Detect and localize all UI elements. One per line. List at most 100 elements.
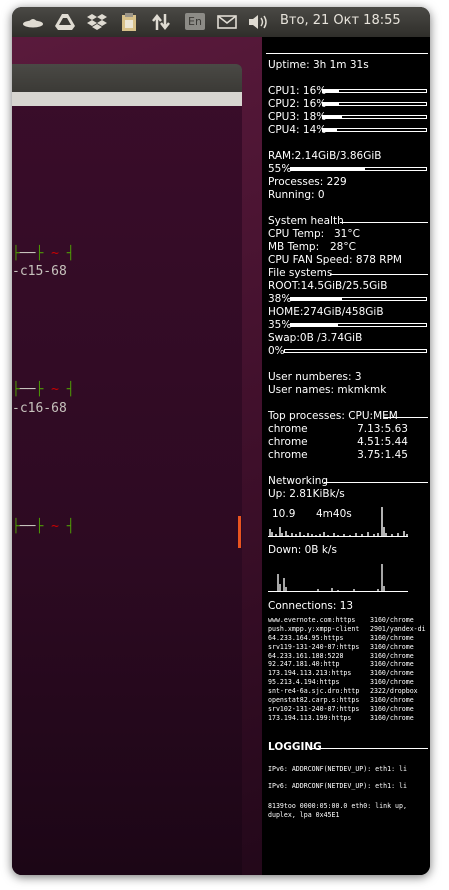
connection-process: 3160/chrome (370, 678, 414, 687)
connection-row: 173.194.113.199:https 3160/chrome (268, 714, 428, 723)
divider (330, 274, 428, 275)
window-titlebar[interactable] (12, 64, 242, 92)
connection-host: srv102-131-240-87:https (268, 704, 360, 713)
home-fs-label: HOME:274GiB/458GiB (268, 306, 384, 318)
log-line: IPv6: ADDRCONF(NETDEV_UP): eth1: li (268, 765, 407, 773)
mb-temp: 28°C (330, 241, 356, 253)
home-fs-percent: 35% (268, 319, 292, 331)
connection-host: openstat82.carp.s:https (268, 696, 360, 705)
cpu-temp: 31°C (334, 228, 360, 240)
running: Running: 0 (268, 189, 325, 201)
connection-process: 3160/chrome (370, 696, 414, 705)
connection-process: 2322/dropbox (370, 687, 418, 696)
user-numbers: User numberes: 3 (268, 371, 362, 383)
cpu2-label: CPU2: 16% (268, 98, 327, 110)
top-process-mem: 5.44 (384, 436, 408, 448)
cpu3-label: CPU3: 18% (268, 111, 327, 123)
keyboard-layout-indicator[interactable]: En (185, 13, 205, 30)
terminal-cursor (238, 516, 241, 548)
top-process-cpu: 7.13: (357, 423, 384, 435)
user-names: User names: mkmkmk (268, 384, 387, 396)
conky-monitor: Uptime: 3h 1m 31s CPU1: 16% CPU2: 16% CP… (262, 37, 430, 875)
mail-icon[interactable] (216, 12, 238, 32)
connection-row: 92.247.181.40:http 3160/chrome (268, 660, 428, 669)
system-health-title: System health (268, 215, 344, 227)
terminal-label: -c15-68 (12, 264, 67, 279)
file-systems-title: File systems (268, 267, 333, 279)
root-fs-percent: 38% (268, 293, 292, 305)
connection-host: 92.247.181.40:http (268, 660, 340, 669)
download-speed: Down: 0B k/s (268, 544, 337, 556)
connection-row: 64.233.164.95:https 3160/chrome (268, 634, 428, 643)
desktop: ├──├ ~ ┤ -c15-68 ├──├ ~ ┤ -c16-68 ├──├ ~… (12, 37, 262, 875)
cpu4-label: CPU4: 14% (268, 124, 327, 136)
connection-process: 3160/chrome (370, 651, 414, 660)
connection-row: srv102-131-240-87:https 3160/chrome (268, 705, 428, 714)
home-fs-bar (290, 323, 427, 327)
connection-process: 3160/chrome (370, 616, 414, 624)
connection-row: snt-re4-6a.sjc.dro:http 2322/dropbox (268, 687, 428, 696)
window-tab-bar[interactable] (12, 92, 242, 106)
connections-list: www.evernote.com:https 3160/chrome push.xm… (268, 616, 428, 723)
processes: Processes: 229 (268, 176, 347, 188)
terminal-line: ├──├ ~ ┤ (12, 382, 75, 397)
divider (266, 53, 428, 54)
cpu1-bar (322, 89, 427, 93)
volume-icon[interactable] (246, 12, 270, 32)
ram-label: RAM:2.14GiB/3.86GiB (268, 150, 382, 162)
top-process-name: chrome (268, 449, 308, 461)
divider (340, 222, 428, 223)
dropbox-icon[interactable] (86, 12, 108, 32)
connection-process: 3160/chrome (370, 633, 414, 642)
connection-host: www.evernote.com:https (268, 616, 356, 624)
root-fs-label: ROOT:14.5GiB/25.5GiB (268, 280, 388, 292)
connections-count: Connections: 13 (268, 600, 354, 612)
cpu4-bar (322, 128, 427, 132)
connection-row: 173.194.113.213:https 3160/chrome (268, 669, 428, 678)
fan-speed: CPU FAN Speed: 878 RPM (268, 254, 402, 266)
terminal-window: ├──├ ~ ┤ -c15-68 ├──├ ~ ┤ -c16-68 ├──├ ~… (12, 64, 242, 875)
connection-host: srv119-131-240-87:https (268, 642, 360, 651)
cpu2-bar (322, 102, 427, 106)
clipboard-icon[interactable] (118, 12, 140, 32)
connection-row: 95.213.4.194:https 3160/chrome (268, 678, 428, 687)
divider (310, 748, 428, 749)
top-processes-title: Top processes: CPU:MEM (268, 410, 398, 422)
swap-percent: 0% (268, 345, 285, 357)
logging-title: LOGGING (268, 741, 322, 753)
connection-host: snt-re4-6a.sjc.dro:http (268, 687, 360, 696)
top-panel: En Вто, 21 Окт 18:55 (12, 7, 430, 37)
connection-host: 64.233.164.95:https (268, 633, 344, 642)
connection-row: www.evernote.com:https 3160/chrome (268, 616, 428, 625)
connection-host: 173.194.113.199:https (268, 713, 352, 722)
terminal-line: ├──├ ~ ┤ (12, 246, 75, 261)
top-process-cpu: 3.75: (357, 449, 384, 461)
download-graph (268, 564, 408, 592)
top-process-mem: 1.45 (384, 449, 408, 461)
connection-host: push.xmpp.y:xmpp-client (268, 624, 360, 633)
connection-row: openstat82.carp.s:https 3160/chrome (268, 696, 428, 705)
connection-row: push.xmpp.y:xmpp-client 2901/yandex-di (268, 625, 428, 634)
divider (324, 482, 428, 483)
connection-process: 3160/chrome (370, 713, 414, 722)
top-process-cpu: 4.51: (357, 436, 384, 448)
screen: En Вто, 21 Окт 18:55 ├──├ ~ ┤ -c15-68 ├─… (12, 7, 430, 875)
ram-bar (290, 167, 427, 171)
ufo-indicator-icon[interactable] (22, 12, 44, 32)
terminal-line: ├──├ ~ ┤ (12, 519, 75, 534)
top-process-mem: 5.63 (384, 423, 408, 435)
connection-host: 173.194.113.213:https (268, 669, 352, 678)
log-line: IPv6: ADDRCONF(NETDEV_UP): eth1: li (268, 782, 407, 790)
root-fs-bar (290, 297, 427, 301)
connection-host: 64.233.161.188:5228 (268, 651, 344, 660)
panel-clock[interactable]: Вто, 21 Окт 18:55 (280, 13, 401, 28)
google-drive-icon[interactable] (54, 12, 76, 32)
networking-title: Networking (268, 475, 329, 487)
log-line: 8139too 0000:05:00.0 eth0: link up, (268, 802, 407, 810)
top-process-name: chrome (268, 436, 308, 448)
connection-process: 3160/chrome (370, 704, 414, 713)
uptime: Uptime: 3h 1m 31s (268, 59, 369, 71)
transfer-arrows-icon[interactable] (150, 12, 172, 32)
cpu-temp-label: CPU Temp: (268, 228, 325, 240)
log-line: duplex, lpa 0x45E1 (268, 811, 340, 819)
